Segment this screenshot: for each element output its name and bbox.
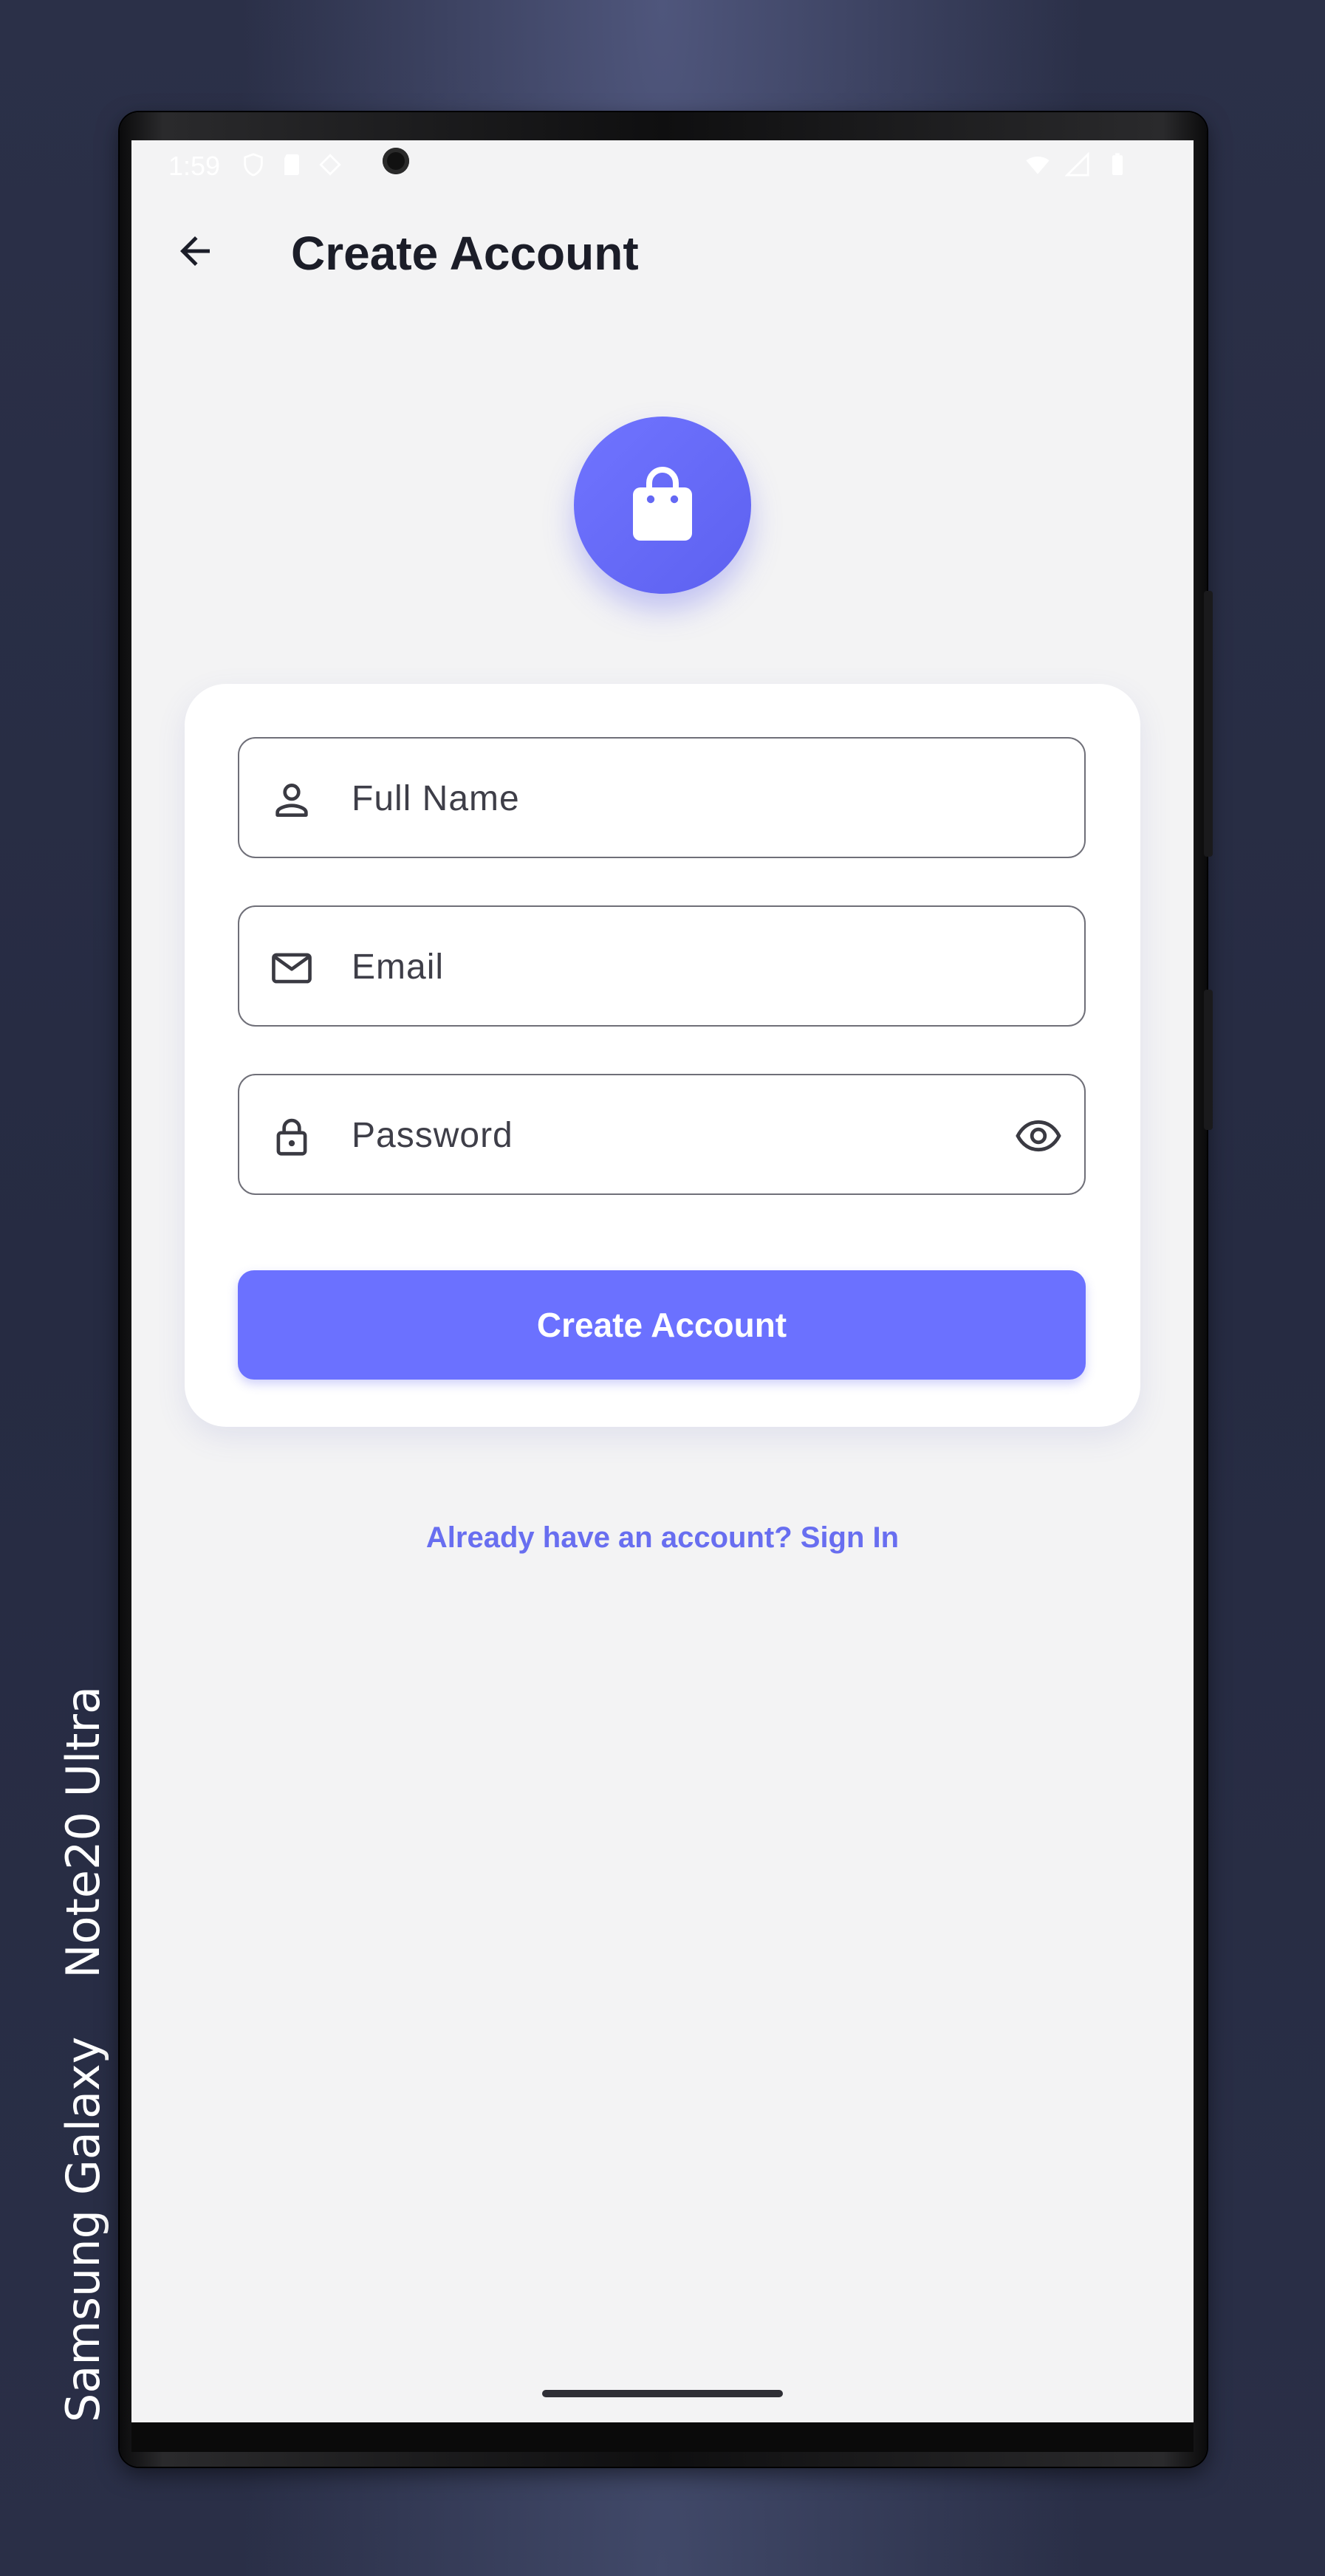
device-label-model: Note20 Ultra [56,1686,110,1979]
status-icons-right [1025,152,1130,177]
app-logo [574,417,751,594]
shopping-bag-icon [633,467,692,541]
eye-icon[interactable] [1013,1112,1064,1159]
diamond-icon [319,154,341,176]
sd-card-icon [284,154,299,176]
create-account-button[interactable]: Create Account [238,1270,1086,1380]
sign-in-link[interactable]: Already have an account? Sign In [131,1521,1194,1555]
status-bar: 1:59 [131,140,1194,189]
front-camera [383,148,409,174]
full-name-field[interactable] [238,737,1086,858]
home-indicator[interactable] [542,2390,783,2397]
app-bar: Create Account [131,192,1194,303]
battery-icon [1112,153,1123,176]
password-field[interactable] [238,1074,1086,1195]
signal-icon [1065,152,1089,177]
shield-icon [244,153,263,177]
email-input[interactable] [350,907,944,1027]
back-button[interactable] [164,220,226,282]
arrow-back-icon [180,236,210,266]
full-name-input[interactable] [350,739,944,858]
device-label-brand: Samsung Galaxy [56,2036,110,2422]
mail-icon [272,953,312,984]
wifi-icon [1026,157,1050,174]
lock-icon [276,1118,307,1156]
person-icon [275,784,308,817]
page-title: Create Account [291,227,639,280]
email-field[interactable] [238,905,1086,1027]
status-time: 1:59 [168,151,221,181]
volume-button [1204,591,1213,857]
signup-card: Create Account [185,684,1140,1427]
power-button [1204,990,1213,1130]
status-icons-left [241,152,343,177]
screen: 1:59 Create Account Full Name Email Crea… [131,140,1194,2422]
bottom-bezel [131,2422,1194,2452]
device-label: Samsung Galaxy Note20 Ultra [56,1686,110,2422]
password-input[interactable] [350,1075,944,1195]
